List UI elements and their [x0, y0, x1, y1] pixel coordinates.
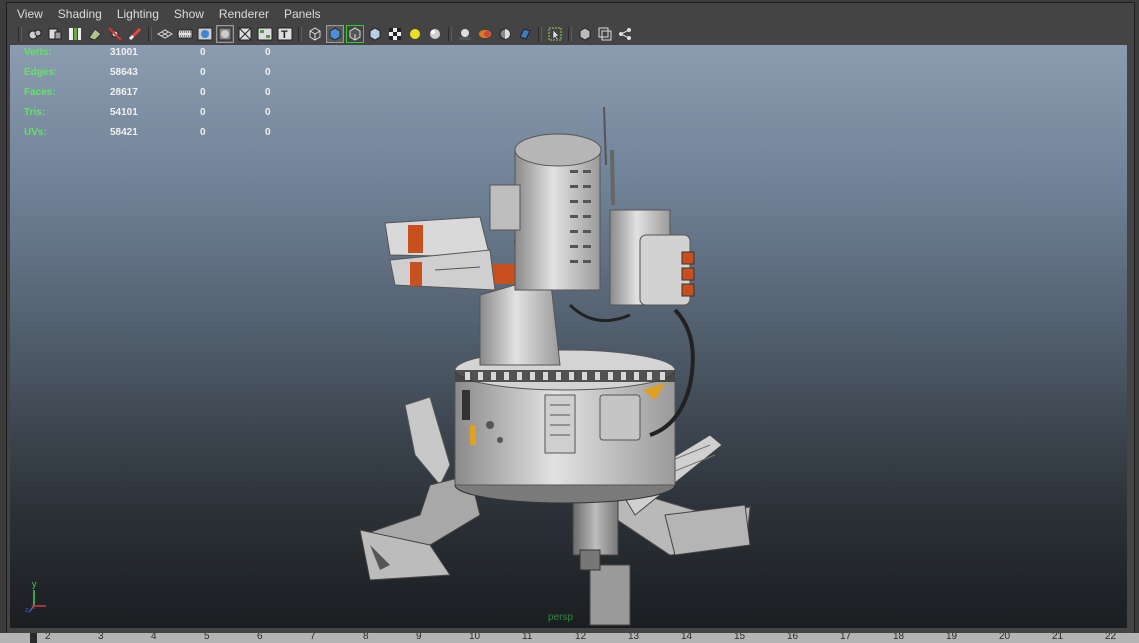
bookmark-icon[interactable]: [67, 26, 83, 42]
menu-show[interactable]: Show: [174, 7, 204, 21]
current-time-marker[interactable]: [30, 633, 37, 643]
axis-y-label: y: [32, 579, 37, 589]
camera-name-label: persp: [548, 612, 574, 623]
2d-pan-zoom-icon[interactable]: [107, 26, 123, 42]
time-tick: 11: [522, 633, 533, 642]
safe-title-icon[interactable]: [257, 26, 273, 42]
wireframe-icon[interactable]: [307, 26, 323, 42]
screen-ambient-occlusion-icon[interactable]: [457, 26, 473, 42]
text-icon[interactable]: T: [277, 26, 293, 42]
time-tick: 4: [151, 633, 157, 642]
shadows-icon[interactable]: [427, 26, 443, 42]
image-plane-icon[interactable]: [87, 26, 103, 42]
time-tick: 14: [681, 633, 693, 642]
smooth-shade-icon[interactable]: [326, 25, 344, 43]
time-tick: 10: [469, 633, 481, 642]
axis-z-label: z: [25, 607, 29, 614]
menu-renderer[interactable]: Renderer: [219, 7, 269, 21]
axis-x-label: x: [31, 602, 35, 611]
toolbar-separator: [298, 27, 302, 41]
grease-pencil-icon[interactable]: [127, 26, 143, 42]
gate-mask-icon[interactable]: [216, 25, 234, 43]
time-tick: 20: [999, 633, 1011, 642]
time-tick: 16: [787, 633, 799, 642]
time-tick: 22: [1105, 633, 1117, 642]
view-axis-indicator: y x z: [25, 579, 46, 614]
anti-alias-icon[interactable]: [517, 26, 533, 42]
textured-icon[interactable]: [387, 26, 403, 42]
motion-blur-icon[interactable]: [477, 26, 493, 42]
time-tick: 6: [257, 633, 263, 642]
time-tick: 18: [893, 633, 905, 642]
perspective-viewport[interactable]: Verts: 31001 0 0 Edges: 58643 0 0 Faces:…: [10, 45, 1127, 628]
film-gate-icon[interactable]: [177, 26, 193, 42]
toolbar-separator: [538, 27, 542, 41]
xray-joints-icon[interactable]: [617, 26, 633, 42]
use-lights-icon[interactable]: [407, 26, 423, 42]
time-tick: 21: [1052, 633, 1064, 642]
resolution-gate-icon[interactable]: [197, 26, 213, 42]
select-camera-icon[interactable]: [27, 26, 43, 42]
turret-model[interactable]: [10, 45, 1127, 628]
time-tick: 3: [98, 633, 104, 642]
time-tick: 12: [575, 633, 587, 642]
time-tick: 17: [840, 633, 852, 642]
time-tick: 7: [310, 633, 316, 642]
time-slider[interactable]: 2 3 4 5 6 7 8 9 10 11 12 13 14 15 16 17 …: [0, 633, 1139, 643]
xray-icon[interactable]: [577, 26, 593, 42]
time-tick: 13: [628, 633, 640, 642]
bounding-box-icon[interactable]: [367, 26, 383, 42]
isolate-select-icon[interactable]: [547, 26, 563, 42]
wireframe-on-shaded-icon[interactable]: [346, 25, 364, 43]
toolbar-separator: [148, 27, 152, 41]
xray-active-icon[interactable]: [597, 26, 613, 42]
panel-toolbar: T: [7, 24, 1133, 44]
time-tick: 2: [45, 633, 51, 642]
menu-panels[interactable]: Panels: [284, 7, 321, 21]
time-tick: 15: [734, 633, 746, 642]
time-tick: 19: [946, 633, 958, 642]
toolbar-separator: [448, 27, 452, 41]
panel-menubar: View Shading Lighting Show Renderer Pane…: [7, 4, 1133, 24]
field-chart-icon[interactable]: [237, 26, 253, 42]
grid-icon[interactable]: [156, 26, 174, 42]
svg-text:T: T: [281, 29, 288, 41]
menu-view[interactable]: View: [17, 7, 43, 21]
time-tick: 8: [363, 633, 369, 642]
time-tick: 5: [204, 633, 210, 642]
toolbar-separator: [568, 27, 572, 41]
depth-of-field-icon[interactable]: [497, 26, 513, 42]
time-tick: 9: [416, 633, 422, 642]
menu-lighting[interactable]: Lighting: [117, 7, 159, 21]
menu-shading[interactable]: Shading: [58, 7, 102, 21]
camera-attributes-icon[interactable]: [47, 26, 63, 42]
toolbar-separator: [18, 27, 22, 41]
